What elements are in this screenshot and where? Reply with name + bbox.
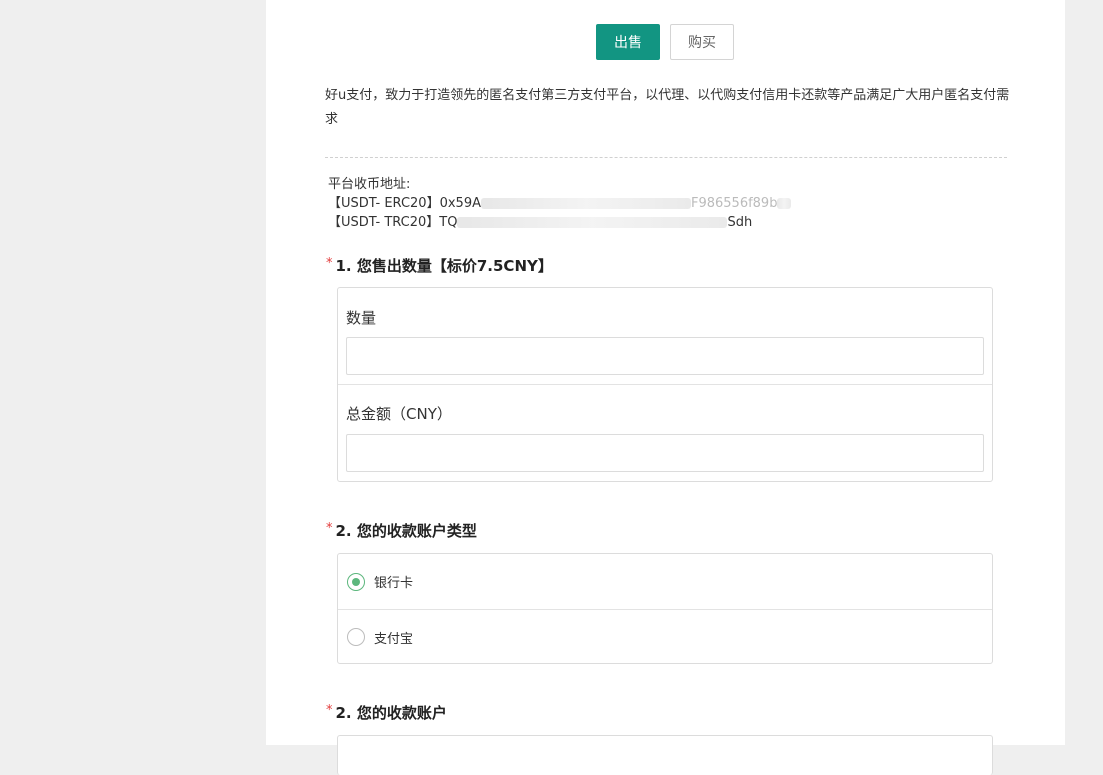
quantity-input[interactable] <box>346 337 984 375</box>
account-type-card: 银行卡 支付宝 <box>337 553 993 664</box>
erc20-label: 【USDT- ERC20】 <box>328 196 440 211</box>
redacted-blur <box>480 198 691 209</box>
divider <box>325 157 1007 158</box>
total-amount-field: 总金额（CNY） <box>338 385 992 472</box>
total-amount-label: 总金额（CNY） <box>346 405 452 423</box>
erc20-address-start: 0x59A <box>439 196 481 211</box>
quantity-card: 数量 总金额（CNY） <box>337 287 993 482</box>
redacted-blur <box>777 198 792 209</box>
required-mark: * <box>326 521 333 536</box>
question-3-text: 2. 您的收款账户 <box>335 704 447 722</box>
quantity-field: 数量 <box>338 288 992 384</box>
option-label: 支付宝 <box>374 631 414 647</box>
erc20-address-end: F986556f89b <box>690 196 778 211</box>
question-1-text: 1. 您售出数量【标价7.5CNY】 <box>335 257 553 275</box>
address-block: 平台收币地址: 【USDT- ERC20】0x59A F986556f89b 【U… <box>328 175 792 232</box>
option-bank-card[interactable]: 银行卡 <box>338 554 992 609</box>
redacted-blur <box>457 217 728 228</box>
trade-tabs: 出售 购买 <box>596 24 734 60</box>
required-mark: * <box>326 703 333 718</box>
address-title: 平台收币地址: <box>328 177 411 192</box>
radio-checked-icon[interactable] <box>347 572 365 591</box>
question-1-title: * 1. 您售出数量【标价7.5CNY】 <box>326 255 553 276</box>
tab-sell[interactable]: 出售 <box>596 24 660 60</box>
intro-text: 好u支付，致力于打造领先的匿名支付第三方支付平台，以代理、以代购支付信用卡还款等… <box>325 88 1010 127</box>
tab-buy[interactable]: 购买 <box>670 24 734 60</box>
total-amount-input[interactable] <box>346 434 984 472</box>
trc20-address-start: TQ <box>439 215 458 230</box>
required-mark: * <box>326 256 333 271</box>
account-card <box>337 735 993 775</box>
option-label: 银行卡 <box>374 576 414 591</box>
trc20-label: 【USDT- TRC20】 <box>328 215 440 230</box>
radio-unchecked-icon[interactable] <box>347 628 365 646</box>
question-2-text: 2. 您的收款账户类型 <box>335 522 477 540</box>
question-3-title: * 2. 您的收款账户 <box>326 702 447 723</box>
option-alipay[interactable]: 支付宝 <box>338 609 992 664</box>
address-erc20: 【USDT- ERC20】0x59A F986556f89b <box>328 194 792 213</box>
address-trc20: 【USDT- TRC20】TQ Sdh <box>328 213 791 232</box>
question-2-title: * 2. 您的收款账户类型 <box>326 520 477 541</box>
main-panel: 出售 购买 好u支付，致力于打造领先的匿名支付第三方支付平台，以代理、以代购支付… <box>266 0 1065 775</box>
quantity-label: 数量 <box>346 309 377 327</box>
trc20-address-end: Sdh <box>727 215 753 230</box>
